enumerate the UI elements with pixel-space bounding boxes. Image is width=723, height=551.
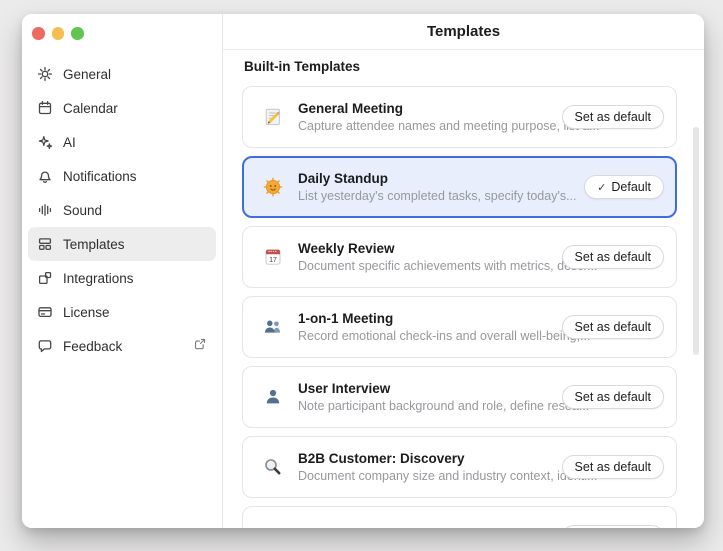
- airplane-icon: [263, 527, 283, 528]
- template-description: Document company size and industry conte…: [298, 469, 562, 483]
- settings-window: General Calendar AI Notifications Sound: [22, 14, 704, 528]
- sidebar: General Calendar AI Notifications Sound: [22, 14, 223, 528]
- sidebar-item-feedback[interactable]: Feedback: [28, 329, 216, 363]
- set-default-button[interactable]: Set as default: [562, 315, 664, 339]
- sidebar-item-general[interactable]: General: [28, 57, 216, 91]
- page-title: Templates: [427, 23, 500, 40]
- scrollbar[interactable]: [693, 127, 699, 355]
- main-panel: Templates Built-in Templates General Mee…: [223, 14, 704, 528]
- sidebar-item-label: Templates: [63, 237, 125, 252]
- set-default-button[interactable]: Set as default: [562, 385, 664, 409]
- template-title: User Interview: [298, 381, 562, 396]
- sidebar-list: General Calendar AI Notifications Sound: [28, 57, 216, 363]
- set-default-button[interactable]: Set as default: [562, 105, 664, 129]
- sidebar-item-label: Integrations: [63, 271, 134, 286]
- template-card-user-interview[interactable]: User Interview Note participant backgrou…: [242, 366, 677, 428]
- two-people-icon: [263, 317, 283, 337]
- sparkles-icon: [37, 134, 53, 150]
- default-badge-button[interactable]: ✓Default: [584, 175, 664, 199]
- calendar-icon: [37, 100, 53, 116]
- calendar-17-icon: 17: [263, 247, 283, 267]
- sidebar-item-label: Sound: [63, 203, 102, 218]
- template-card-b2b-discovery[interactable]: B2B Customer: Discovery Document company…: [242, 436, 677, 498]
- sidebar-item-label: Feedback: [63, 339, 122, 354]
- sidebar-item-license[interactable]: License: [28, 295, 216, 329]
- main-header: Templates: [223, 14, 704, 50]
- blocks-icon: [37, 270, 53, 286]
- template-card-weekly-review[interactable]: 17 Weekly Review Document specific achie…: [242, 226, 677, 288]
- sidebar-item-label: Calendar: [63, 101, 118, 116]
- template-card-b2b-pilot[interactable]: B2B Customer: Pilot Set as default: [242, 506, 677, 528]
- zoom-button[interactable]: [71, 27, 84, 40]
- template-description: List yesterday's completed tasks, specif…: [298, 189, 577, 203]
- sound-wave-icon: [37, 202, 53, 218]
- svg-text:17: 17: [269, 257, 277, 264]
- template-card-1on1-meeting[interactable]: 1-on-1 Meeting Record emotional check-in…: [242, 296, 677, 358]
- external-link-icon: [193, 337, 207, 356]
- bell-icon: [37, 168, 53, 184]
- minimize-button[interactable]: [52, 27, 65, 40]
- sidebar-item-label: License: [63, 305, 110, 320]
- template-description: Note participant background and role, de…: [298, 399, 562, 413]
- template-title: Weekly Review: [298, 241, 562, 256]
- sidebar-item-ai[interactable]: AI: [28, 125, 216, 159]
- sun-face-icon: [263, 177, 283, 197]
- magnifier-icon: [263, 457, 283, 477]
- card-icon: [37, 304, 53, 320]
- template-description: Record emotional check-ins and overall w…: [298, 329, 562, 343]
- close-button[interactable]: [32, 27, 45, 40]
- template-title: B2B Customer: Discovery: [298, 451, 562, 466]
- template-title: General Meeting: [298, 101, 562, 116]
- person-icon: [263, 387, 283, 407]
- template-description: Capture attendee names and meeting purpo…: [298, 119, 562, 133]
- section-title: Built-in Templates: [244, 59, 677, 74]
- set-default-button[interactable]: Set as default: [562, 245, 664, 269]
- set-default-button[interactable]: Set as default: [562, 455, 664, 479]
- gear-icon: [37, 66, 53, 82]
- traffic-lights: [32, 27, 84, 40]
- speech-bubble-icon: [37, 338, 53, 354]
- template-description: Document specific achievements with metr…: [298, 259, 562, 273]
- template-title: Daily Standup: [298, 171, 577, 186]
- sidebar-item-label: AI: [63, 135, 76, 150]
- templates-grid-icon: [37, 236, 53, 252]
- sidebar-item-calendar[interactable]: Calendar: [28, 91, 216, 125]
- template-title: 1-on-1 Meeting: [298, 311, 562, 326]
- sidebar-item-sound[interactable]: Sound: [28, 193, 216, 227]
- sidebar-item-label: General: [63, 67, 111, 82]
- templates-content: Built-in Templates General Meeting Captu…: [242, 50, 677, 528]
- sidebar-item-label: Notifications: [63, 169, 137, 184]
- template-card-general-meeting[interactable]: General Meeting Capture attendee names a…: [242, 86, 677, 148]
- sidebar-item-notifications[interactable]: Notifications: [28, 159, 216, 193]
- memo-icon: [263, 107, 283, 127]
- set-default-button[interactable]: Set as default: [562, 525, 664, 528]
- sidebar-item-templates[interactable]: Templates: [28, 227, 216, 261]
- sidebar-item-integrations[interactable]: Integrations: [28, 261, 216, 295]
- check-icon: ✓: [597, 181, 606, 194]
- template-card-daily-standup[interactable]: Daily Standup List yesterday's completed…: [242, 156, 677, 218]
